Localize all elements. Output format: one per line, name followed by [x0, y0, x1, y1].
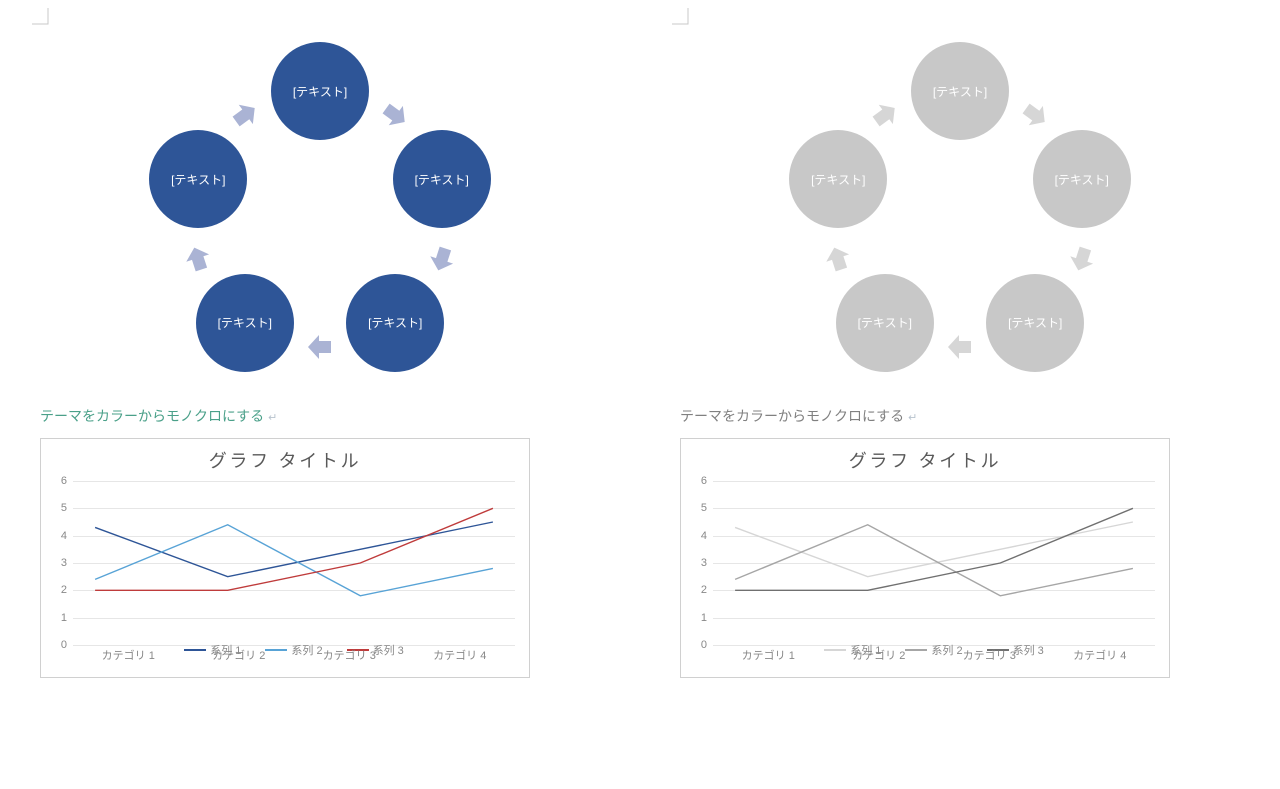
- cycle-diagram-mono: [テキスト] [テキスト] [テキスト] [テキスト] [テキスト]: [750, 30, 1170, 400]
- crop-mark-icon: [32, 8, 52, 28]
- chart-color: グラフ タイトル 0123456系列 1系列 2系列 3カテゴリ 1カテゴリ 2…: [40, 438, 530, 678]
- series-line: [95, 525, 493, 596]
- cycle-diagram-color: [テキスト] [テキスト] [テキスト] [テキスト] [テキスト]: [110, 30, 530, 400]
- plot-region: [73, 481, 515, 645]
- cycle-arrow-icon: [305, 332, 335, 362]
- cycle-node: [テキスト]: [1033, 130, 1131, 228]
- cycle-arrow-icon: [183, 244, 213, 274]
- y-tick-label: 6: [701, 475, 707, 487]
- cycle-node: [テキスト]: [911, 42, 1009, 140]
- cycle-node: [テキスト]: [149, 130, 247, 228]
- cycle-arrow-icon: [427, 244, 457, 274]
- y-tick-label: 3: [61, 557, 67, 569]
- cycle-node: [テキスト]: [789, 130, 887, 228]
- chart-mono: グラフ タイトル 0123456系列 1系列 2系列 3カテゴリ 1カテゴリ 2…: [680, 438, 1170, 678]
- chart-plot-area: 0123456系列 1系列 2系列 3カテゴリ 1カテゴリ 2カテゴリ 3カテゴ…: [691, 481, 1159, 671]
- caption-text: テーマをカラーからモノクロにする: [40, 408, 264, 424]
- crop-mark-icon: [672, 8, 692, 28]
- x-tick-label: カテゴリ 4: [1045, 647, 1156, 671]
- caption-left: テーマをカラーからモノクロにする ↵: [40, 406, 600, 426]
- cycle-node: [テキスト]: [271, 42, 369, 140]
- x-tick-label: カテゴリ 1: [713, 647, 824, 671]
- x-tick-label: カテゴリ 2: [184, 647, 295, 671]
- caption-right: テーマをカラーからモノクロにする ↵: [680, 406, 1240, 426]
- cycle-node-label: [テキスト]: [811, 171, 865, 188]
- cycle-node: [テキスト]: [836, 274, 934, 372]
- y-tick-label: 0: [701, 639, 707, 651]
- x-tick-label: カテゴリ 2: [824, 647, 935, 671]
- cycle-node-label: [テキスト]: [1055, 171, 1109, 188]
- y-tick-label: 3: [701, 557, 707, 569]
- cycle-node-label: [テキスト]: [415, 171, 469, 188]
- plot-region: [713, 481, 1155, 645]
- y-tick-label: 1: [61, 612, 67, 624]
- chart-title: グラフ タイトル: [691, 447, 1159, 473]
- x-axis: カテゴリ 1カテゴリ 2カテゴリ 3カテゴリ 4: [73, 647, 515, 671]
- y-tick-label: 2: [701, 584, 707, 596]
- pilcrow-icon: ↵: [268, 412, 277, 424]
- chart-plot-area: 0123456系列 1系列 2系列 3カテゴリ 1カテゴリ 2カテゴリ 3カテゴ…: [51, 481, 519, 671]
- cycle-node-label: [テキスト]: [171, 171, 225, 188]
- cycle-node-label: [テキスト]: [1008, 314, 1062, 331]
- cycle-node-label: [テキスト]: [218, 314, 272, 331]
- pilcrow-icon: ↵: [908, 412, 917, 424]
- y-tick-label: 4: [61, 530, 67, 542]
- cycle-arrow-icon: [380, 100, 410, 130]
- cycle-node: [テキスト]: [196, 274, 294, 372]
- y-axis: 0123456: [51, 481, 71, 645]
- y-tick-label: 4: [701, 530, 707, 542]
- cycle-arrow-icon: [230, 100, 260, 130]
- series-line: [735, 525, 1133, 596]
- cycle-node-label: [テキスト]: [368, 314, 422, 331]
- series-line: [735, 522, 1133, 577]
- cycle-node: [テキスト]: [346, 274, 444, 372]
- right-page: [テキスト] [テキスト] [テキスト] [テキスト] [テキスト] テーマをカラーから…: [640, 0, 1280, 789]
- x-tick-label: カテゴリ 1: [73, 647, 184, 671]
- y-tick-label: 5: [61, 502, 67, 514]
- cycle-node-label: [テキスト]: [858, 314, 912, 331]
- x-tick-label: カテゴリ 3: [934, 647, 1045, 671]
- series-line: [95, 522, 493, 577]
- cycle-node: [テキスト]: [393, 130, 491, 228]
- cycle-node-label: [テキスト]: [933, 83, 987, 100]
- y-tick-label: 5: [701, 502, 707, 514]
- x-tick-label: カテゴリ 3: [294, 647, 405, 671]
- x-axis: カテゴリ 1カテゴリ 2カテゴリ 3カテゴリ 4: [713, 647, 1155, 671]
- y-axis: 0123456: [691, 481, 711, 645]
- cycle-node-label: [テキスト]: [293, 83, 347, 100]
- caption-text: テーマをカラーからモノクロにする: [680, 408, 904, 424]
- y-tick-label: 2: [61, 584, 67, 596]
- cycle-arrow-icon: [1020, 100, 1050, 130]
- cycle-arrow-icon: [823, 244, 853, 274]
- page: [テキスト] [テキスト] [テキスト] [テキスト] [テキスト] テーマをカラーから…: [0, 0, 1280, 789]
- x-tick-label: カテゴリ 4: [405, 647, 516, 671]
- left-page: [テキスト] [テキスト] [テキスト] [テキスト] [テキスト] テーマをカラーから…: [0, 0, 640, 789]
- cycle-arrow-icon: [945, 332, 975, 362]
- y-tick-label: 0: [61, 639, 67, 651]
- line-series-svg: [73, 481, 515, 645]
- y-tick-label: 1: [701, 612, 707, 624]
- y-tick-label: 6: [61, 475, 67, 487]
- chart-title: グラフ タイトル: [51, 447, 519, 473]
- cycle-node: [テキスト]: [986, 274, 1084, 372]
- cycle-arrow-icon: [870, 100, 900, 130]
- cycle-arrow-icon: [1067, 244, 1097, 274]
- line-series-svg: [713, 481, 1155, 645]
